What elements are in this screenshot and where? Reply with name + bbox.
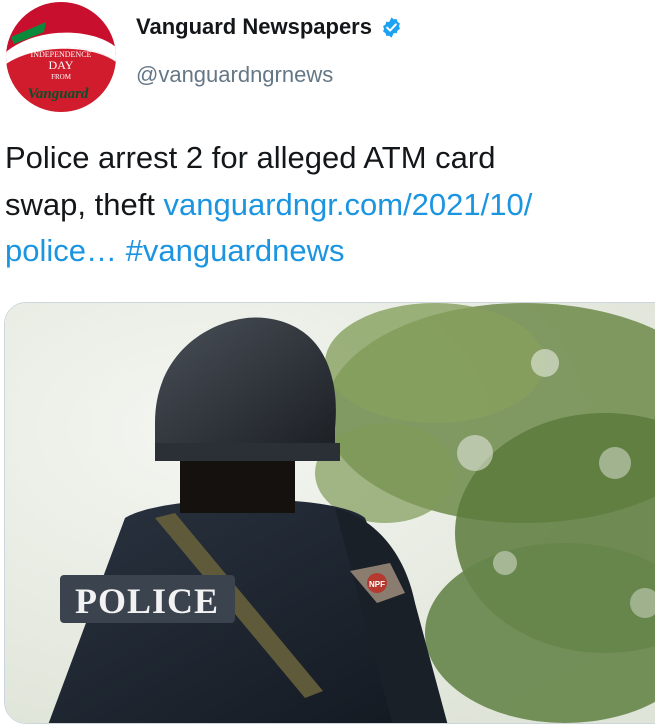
article-link-continued[interactable]: police… (5, 233, 117, 268)
avatar-text-day: DAY (49, 58, 74, 72)
tweet-text-line3: police… #vanguardnews (5, 228, 655, 275)
author-avatar[interactable]: HAPPY INDEPENDENCE DAY FROM Vanguard (6, 2, 116, 112)
tweet-media-image[interactable]: NPF POLICE (4, 302, 655, 724)
avatar-text-happy: HAPPY (48, 41, 74, 50)
avatar-brand-text: Vanguard (28, 86, 89, 102)
avatar-text-from: FROM (51, 73, 72, 81)
patch-text: NPF (369, 580, 385, 589)
tweet-text-line1: Police arrest 2 for alleged ATM card (5, 140, 496, 175)
tweet-text-line2: swap, theft vanguardngr.com/2021/10/ (5, 182, 655, 229)
author-name-row: Vanguard Newspapers (136, 14, 403, 40)
author-handle[interactable]: @vanguardngrnews (136, 62, 333, 88)
author-display-name[interactable]: Vanguard Newspapers (136, 14, 372, 40)
police-officer-photo: NPF POLICE (5, 303, 655, 723)
article-link[interactable]: vanguardngr.com/2021/10/ (164, 187, 533, 222)
vest-police-label: POLICE (75, 581, 219, 621)
tweet-text: Police arrest 2 for alleged ATM card swa… (5, 135, 655, 275)
verified-badge-icon (383, 16, 400, 38)
independence-day-logo-icon: HAPPY INDEPENDENCE DAY FROM Vanguard (6, 2, 116, 112)
tweet-text-line2-prefix: swap, theft (5, 186, 164, 222)
hashtag-link[interactable]: #vanguardnews (126, 233, 345, 268)
